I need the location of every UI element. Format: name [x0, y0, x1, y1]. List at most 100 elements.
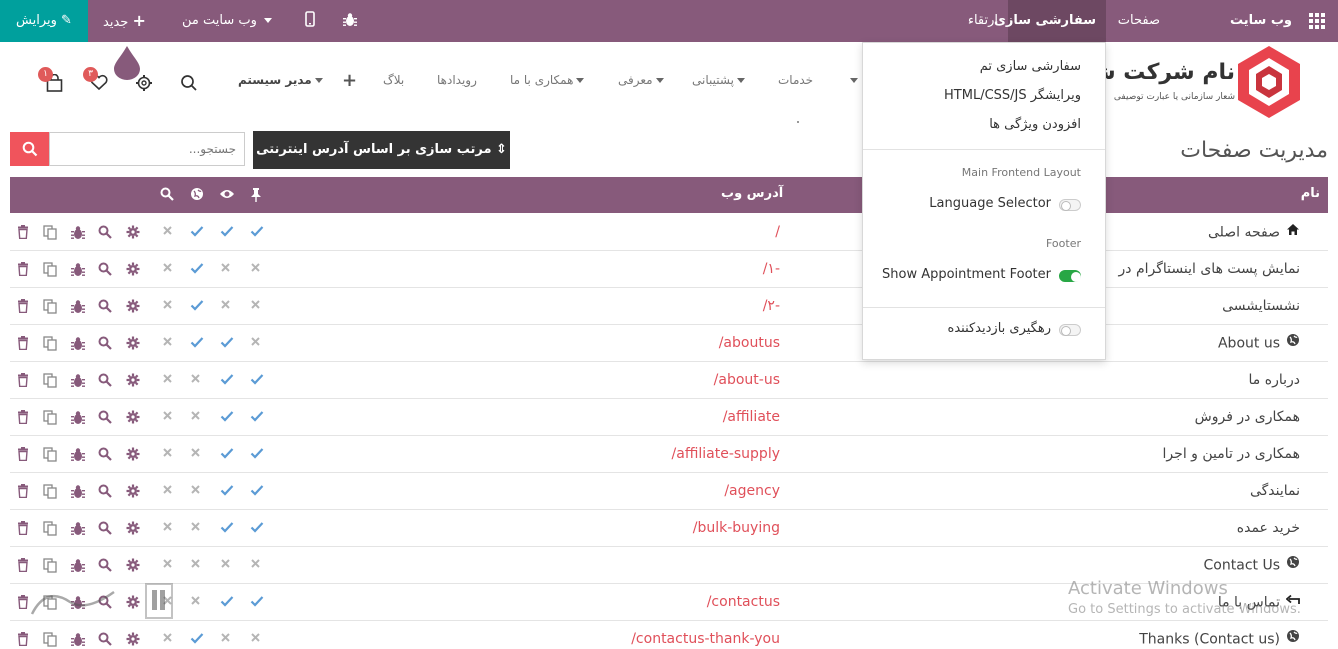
- clone-icon[interactable]: [43, 262, 59, 278]
- company-logo[interactable]: نام شرکت شما شعار سازمانی یا عبارت توصیف…: [1071, 44, 1305, 120]
- page-name[interactable]: صفحه اصلی: [1208, 214, 1300, 251]
- check-icon[interactable]: [220, 373, 236, 389]
- page-name[interactable]: همکاری در تامین و اجرا: [1163, 436, 1300, 473]
- cross-icon[interactable]: [190, 595, 206, 611]
- menu-pages[interactable]: صفحات: [1118, 0, 1160, 42]
- page-url-link[interactable]: /about-us: [510, 362, 780, 399]
- trash-icon[interactable]: [17, 299, 33, 315]
- check-icon[interactable]: [190, 262, 206, 278]
- check-icon[interactable]: [220, 484, 236, 500]
- page-name[interactable]: نشستایشسی: [1222, 288, 1300, 325]
- menu-item-customize-theme[interactable]: سفارشی سازی تم: [980, 59, 1081, 74]
- trash-icon[interactable]: [17, 373, 33, 389]
- clone-icon[interactable]: [43, 225, 59, 241]
- page-url-link[interactable]: /bulk-buying: [510, 510, 780, 547]
- check-icon[interactable]: [220, 595, 236, 611]
- page-name[interactable]: Thanks (Contact us): [1139, 621, 1300, 649]
- page-url-link[interactable]: /۲-: [510, 288, 780, 325]
- check-icon[interactable]: [190, 225, 206, 241]
- search-icon[interactable]: [98, 632, 114, 648]
- check-icon[interactable]: [250, 484, 266, 500]
- debug-bug-icon[interactable]: [343, 12, 357, 31]
- search-submit-button[interactable]: [10, 132, 49, 166]
- search-icon[interactable]: [180, 74, 198, 96]
- check-icon[interactable]: [250, 373, 266, 389]
- table-row[interactable]: همکاری در تامین و اجرا/affiliate-supply: [10, 436, 1328, 473]
- search-icon[interactable]: [98, 447, 114, 463]
- cross-icon[interactable]: [250, 632, 266, 648]
- check-icon[interactable]: [250, 410, 266, 426]
- edit-button[interactable]: ✎ ویرایش: [0, 0, 88, 42]
- trash-icon[interactable]: [17, 225, 33, 241]
- apps-grid-icon[interactable]: [1309, 13, 1326, 33]
- gear-icon[interactable]: [126, 262, 142, 278]
- admin-user-menu[interactable]: مدیر سیستم: [238, 73, 326, 87]
- my-website-menu[interactable]: وب سایت من: [182, 0, 275, 42]
- nav-dropdown-caret[interactable]: [847, 73, 861, 87]
- clone-icon[interactable]: [43, 299, 59, 315]
- cross-icon[interactable]: [220, 262, 236, 278]
- gear-icon[interactable]: [126, 410, 142, 426]
- search-icon[interactable]: [98, 521, 114, 537]
- table-row[interactable]: خرید عمده/bulk-buying: [10, 510, 1328, 547]
- search-icon[interactable]: [98, 484, 114, 500]
- cross-icon[interactable]: [162, 336, 178, 352]
- table-row[interactable]: درباره ما/about-us: [10, 362, 1328, 399]
- page-url-link[interactable]: /: [510, 214, 780, 251]
- gear-icon[interactable]: [126, 484, 142, 500]
- trash-icon[interactable]: [17, 484, 33, 500]
- cross-icon[interactable]: [190, 410, 206, 426]
- table-row[interactable]: نشستایشسی/۲-: [10, 288, 1328, 325]
- cross-icon[interactable]: [250, 558, 266, 574]
- page-name[interactable]: نمایندگی: [1250, 473, 1300, 510]
- page-name[interactable]: About us: [1218, 325, 1300, 362]
- menu-item-language-selector[interactable]: Language Selector: [929, 196, 1051, 211]
- gear-icon[interactable]: [126, 558, 142, 574]
- page-url-link[interactable]: /agency: [510, 473, 780, 510]
- bug-icon[interactable]: [71, 373, 87, 389]
- check-icon[interactable]: [220, 521, 236, 537]
- search-icon[interactable]: [98, 558, 114, 574]
- cross-icon[interactable]: [190, 447, 206, 463]
- menu-customize[interactable]: سفارشی سازی: [994, 0, 1096, 42]
- menu-item-appointment-footer[interactable]: Show Appointment Footer: [882, 267, 1051, 282]
- page-name[interactable]: نمایش پست های اینستاگرام در: [1119, 251, 1300, 288]
- cross-icon[interactable]: [190, 373, 206, 389]
- clone-icon[interactable]: [43, 484, 59, 500]
- trash-icon[interactable]: [17, 558, 33, 574]
- check-icon[interactable]: [220, 225, 236, 241]
- page-url-link[interactable]: /contactus-thank-you: [510, 621, 780, 649]
- gear-icon[interactable]: [126, 373, 142, 389]
- check-icon[interactable]: [250, 447, 266, 463]
- bug-icon[interactable]: [71, 262, 87, 278]
- bug-icon[interactable]: [71, 447, 87, 463]
- check-icon[interactable]: [250, 225, 266, 241]
- menu-item-html-editor[interactable]: HTML/CSS/JS ویرایشگر: [944, 88, 1081, 103]
- cross-icon[interactable]: [162, 484, 178, 500]
- cross-icon[interactable]: [162, 299, 178, 315]
- clone-icon[interactable]: [43, 632, 59, 648]
- cross-icon[interactable]: [162, 262, 178, 278]
- table-row[interactable]: Thanks (Contact us) /contactus-thank-you: [10, 621, 1328, 649]
- cross-icon[interactable]: [162, 558, 178, 574]
- appointment-footer-toggle[interactable]: [1059, 270, 1081, 282]
- clone-icon[interactable]: [43, 373, 59, 389]
- bug-icon[interactable]: [71, 521, 87, 537]
- cross-icon[interactable]: [162, 410, 178, 426]
- check-icon[interactable]: [190, 632, 206, 648]
- menu-item-visitor-tracking[interactable]: رهگیری بازدیدکننده: [948, 321, 1051, 336]
- page-url-link[interactable]: [510, 547, 780, 584]
- bug-icon[interactable]: [71, 299, 87, 315]
- check-icon[interactable]: [190, 299, 206, 315]
- new-button[interactable]: + جدید: [103, 0, 146, 42]
- menu-item-add-features[interactable]: افزودن ویژگی ها: [989, 117, 1081, 132]
- bug-icon[interactable]: [71, 558, 87, 574]
- page-url-link[interactable]: /affiliate-supply: [510, 436, 780, 473]
- table-row[interactable]: همکاری در فروش/affiliate: [10, 399, 1328, 436]
- nav-link-events[interactable]: رویدادها: [437, 73, 477, 87]
- bug-icon[interactable]: [71, 484, 87, 500]
- search-icon[interactable]: [98, 299, 114, 315]
- page-name[interactable]: درباره ما: [1249, 362, 1300, 399]
- cross-icon[interactable]: [162, 373, 178, 389]
- page-url-link[interactable]: /aboutus: [510, 325, 780, 362]
